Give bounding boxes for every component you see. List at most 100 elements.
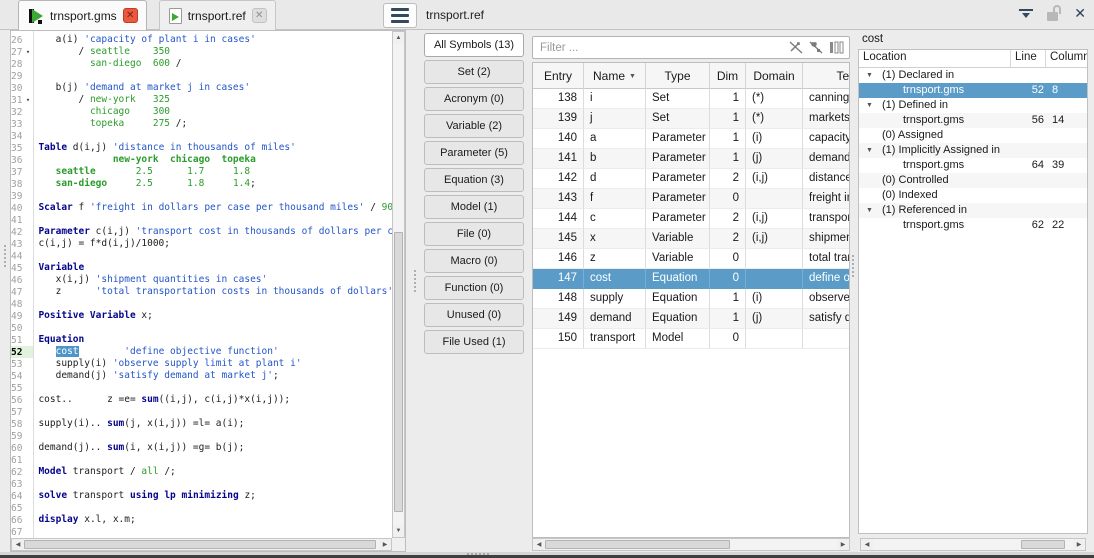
- code-line[interactable]: a(i) 'capacity of plant i in cases': [38, 34, 392, 46]
- reference-location-row[interactable]: trnsport.gms528: [859, 83, 1087, 98]
- scrollbar-thumb[interactable]: [394, 232, 403, 512]
- tab-trnsport-ref[interactable]: trnsport.ref ✕: [159, 0, 276, 30]
- tab-trnsport-gms[interactable]: trnsport.gms ✕: [18, 0, 147, 30]
- reference-group-row[interactable]: ▼(1) Defined in: [859, 98, 1087, 113]
- hamburger-menu-button[interactable]: [383, 3, 417, 28]
- reference-splitter-handle[interactable]: [851, 255, 855, 277]
- reference-group-row[interactable]: ▼(1) Referenced in: [859, 203, 1087, 218]
- code-line[interactable]: seattle 2.5 1.7 1.8: [38, 166, 392, 178]
- column-header-dim[interactable]: Dim: [710, 63, 746, 89]
- code-line[interactable]: demand(j) 'satisfy demand at market j';: [38, 370, 392, 382]
- table-row[interactable]: 145xVariable2(i,j)shipment quantities in…: [533, 229, 850, 249]
- wildcard-filter-icon[interactable]: [788, 40, 805, 55]
- expander-icon[interactable]: ▼: [866, 98, 873, 113]
- code-line[interactable]: [38, 250, 392, 262]
- code-line[interactable]: Scalar f 'freight in dollars per case pe…: [38, 202, 392, 214]
- code-line[interactable]: supply(i) 'observe supply limit at plant…: [38, 358, 392, 370]
- scroll-right-arrow-icon[interactable]: ▶: [379, 539, 391, 550]
- editor-code[interactable]: a(i) 'capacity of plant i in cases' / se…: [34, 31, 392, 538]
- column-header-domain[interactable]: Domain: [746, 63, 803, 89]
- code-line[interactable]: [38, 130, 392, 142]
- code-line[interactable]: [38, 454, 392, 466]
- symbol-filter-button-function[interactable]: Function (0): [424, 276, 524, 300]
- code-line[interactable]: cost 'define objective function': [38, 346, 392, 358]
- code-line[interactable]: topeka 275 /;: [38, 118, 392, 130]
- column-header-text[interactable]: Text: [803, 63, 850, 89]
- reference-horizontal-scrollbar[interactable]: ◀ ▶: [860, 538, 1086, 551]
- code-line[interactable]: Positive Variable x;: [38, 310, 392, 322]
- symbol-filter-button-equation[interactable]: Equation (3): [424, 168, 524, 192]
- scroll-left-arrow-icon[interactable]: ◀: [861, 539, 873, 550]
- symbol-table-header[interactable]: EntryName▼TypeDimDomainText: [533, 63, 850, 89]
- reference-table-header[interactable]: LocationLineColumn: [859, 50, 1088, 68]
- ref-column-header-line[interactable]: Line: [1011, 50, 1046, 68]
- expander-icon[interactable]: ▼: [866, 68, 873, 83]
- code-line[interactable]: new-york chicago topeka: [38, 154, 392, 166]
- code-line[interactable]: supply(i).. sum(j, x(i,j)) =l= a(i);: [38, 418, 392, 430]
- code-line[interactable]: [38, 406, 392, 418]
- column-header-type[interactable]: Type: [646, 63, 710, 89]
- reference-location-row[interactable]: trnsport.gms6439: [859, 158, 1087, 173]
- code-line[interactable]: [38, 526, 392, 538]
- table-row[interactable]: 139jSet1(*)markets: [533, 109, 850, 129]
- scroll-right-arrow-icon[interactable]: ▶: [837, 539, 849, 550]
- reference-tree-table[interactable]: LocationLineColumn ▼(1) Declared intrnsp…: [858, 49, 1088, 534]
- editor-horizontal-scrollbar[interactable]: ◀ ▶: [11, 538, 392, 551]
- scroll-right-arrow-icon[interactable]: ▶: [1073, 539, 1085, 550]
- code-line[interactable]: [38, 382, 392, 394]
- editor-vertical-scrollbar[interactable]: ▲ ▼: [392, 31, 405, 538]
- code-line[interactable]: [38, 214, 392, 226]
- symbol-filter-button-file[interactable]: File Used (1): [424, 330, 524, 354]
- scroll-up-arrow-icon[interactable]: ▲: [393, 32, 404, 44]
- reference-group-row[interactable]: ▼(1) Implicitly Assigned in: [859, 143, 1087, 158]
- code-line[interactable]: Equation: [38, 334, 392, 346]
- code-line[interactable]: [38, 322, 392, 334]
- symbol-filter-button-variable[interactable]: Variable (2): [424, 114, 524, 138]
- code-editor[interactable]: 2627▾28293031▾32333435363738394041424344…: [10, 30, 406, 552]
- code-line[interactable]: / seattle 350: [38, 46, 392, 58]
- code-line[interactable]: Model transport / all /;: [38, 466, 392, 478]
- table-row[interactable]: 147costEquation0define objective functio…: [533, 269, 850, 289]
- code-line[interactable]: san-diego 2.5 1.8 1.4;: [38, 178, 392, 190]
- reference-group-row[interactable]: (0) Indexed: [859, 188, 1087, 203]
- reference-group-row[interactable]: (0) Assigned: [859, 128, 1087, 143]
- select-columns-icon[interactable]: [828, 40, 845, 55]
- scrollbar-thumb[interactable]: [1021, 540, 1065, 549]
- scroll-left-arrow-icon[interactable]: ◀: [533, 539, 545, 550]
- collapse-all-icon[interactable]: [1018, 5, 1034, 21]
- code-line[interactable]: Parameter c(i,j) 'transport cost in thou…: [38, 226, 392, 238]
- left-splitter-handle[interactable]: [3, 245, 7, 267]
- unlock-icon[interactable]: [1047, 5, 1061, 21]
- code-line[interactable]: [38, 298, 392, 310]
- code-line[interactable]: / new-york 325: [38, 94, 392, 106]
- tab-close-icon[interactable]: ✕: [252, 8, 267, 23]
- code-line[interactable]: [38, 430, 392, 442]
- code-line[interactable]: display x.l, x.m;: [38, 514, 392, 526]
- regex-filter-icon[interactable]: [808, 40, 825, 55]
- fold-marker-icon[interactable]: ▾: [22, 96, 33, 104]
- table-row[interactable]: 138iSet1(*)canning plants: [533, 89, 850, 109]
- code-line[interactable]: [38, 502, 392, 514]
- table-row[interactable]: 144cParameter2(i,j)transport cost in tho…: [533, 209, 850, 229]
- symbol-filter-button-model[interactable]: Model (1): [424, 195, 524, 219]
- table-row[interactable]: 141bParameter1(j)demand at market j in c…: [533, 149, 850, 169]
- reference-group-row[interactable]: ▼(1) Declared in: [859, 68, 1087, 83]
- reference-location-row[interactable]: trnsport.gms6222: [859, 218, 1087, 233]
- symbol-table-horizontal-scrollbar[interactable]: ◀ ▶: [532, 538, 850, 551]
- code-line[interactable]: x(i,j) 'shipment quantities in cases': [38, 274, 392, 286]
- code-line[interactable]: b(j) 'demand at market j in cases': [38, 82, 392, 94]
- symbol-filter-button-acronym[interactable]: Acronym (0): [424, 87, 524, 111]
- table-row[interactable]: 146zVariable0total transportation costs …: [533, 249, 850, 269]
- code-line[interactable]: Table d(i,j) 'distance in thousands of m…: [38, 142, 392, 154]
- symbol-filter-button-all[interactable]: All Symbols (13): [424, 33, 524, 57]
- code-line[interactable]: Variable: [38, 262, 392, 274]
- table-row[interactable]: 143fParameter0freight in dollars per cas…: [533, 189, 850, 209]
- symbol-filter-button-parameter[interactable]: Parameter (5): [424, 141, 524, 165]
- code-line[interactable]: solve transport using lp minimizing z;: [38, 490, 392, 502]
- editor-splitter-handle[interactable]: [413, 270, 417, 292]
- table-row[interactable]: 142dParameter2(i,j)distance in thousands…: [533, 169, 850, 189]
- symbol-filter-button-file[interactable]: File (0): [424, 222, 524, 246]
- symbol-table[interactable]: EntryName▼TypeDimDomainText 138iSet1(*)c…: [532, 62, 850, 538]
- close-panel-icon[interactable]: ✕: [1074, 5, 1086, 21]
- code-line[interactable]: demand(j).. sum(i, x(i,j)) =g= b(j);: [38, 442, 392, 454]
